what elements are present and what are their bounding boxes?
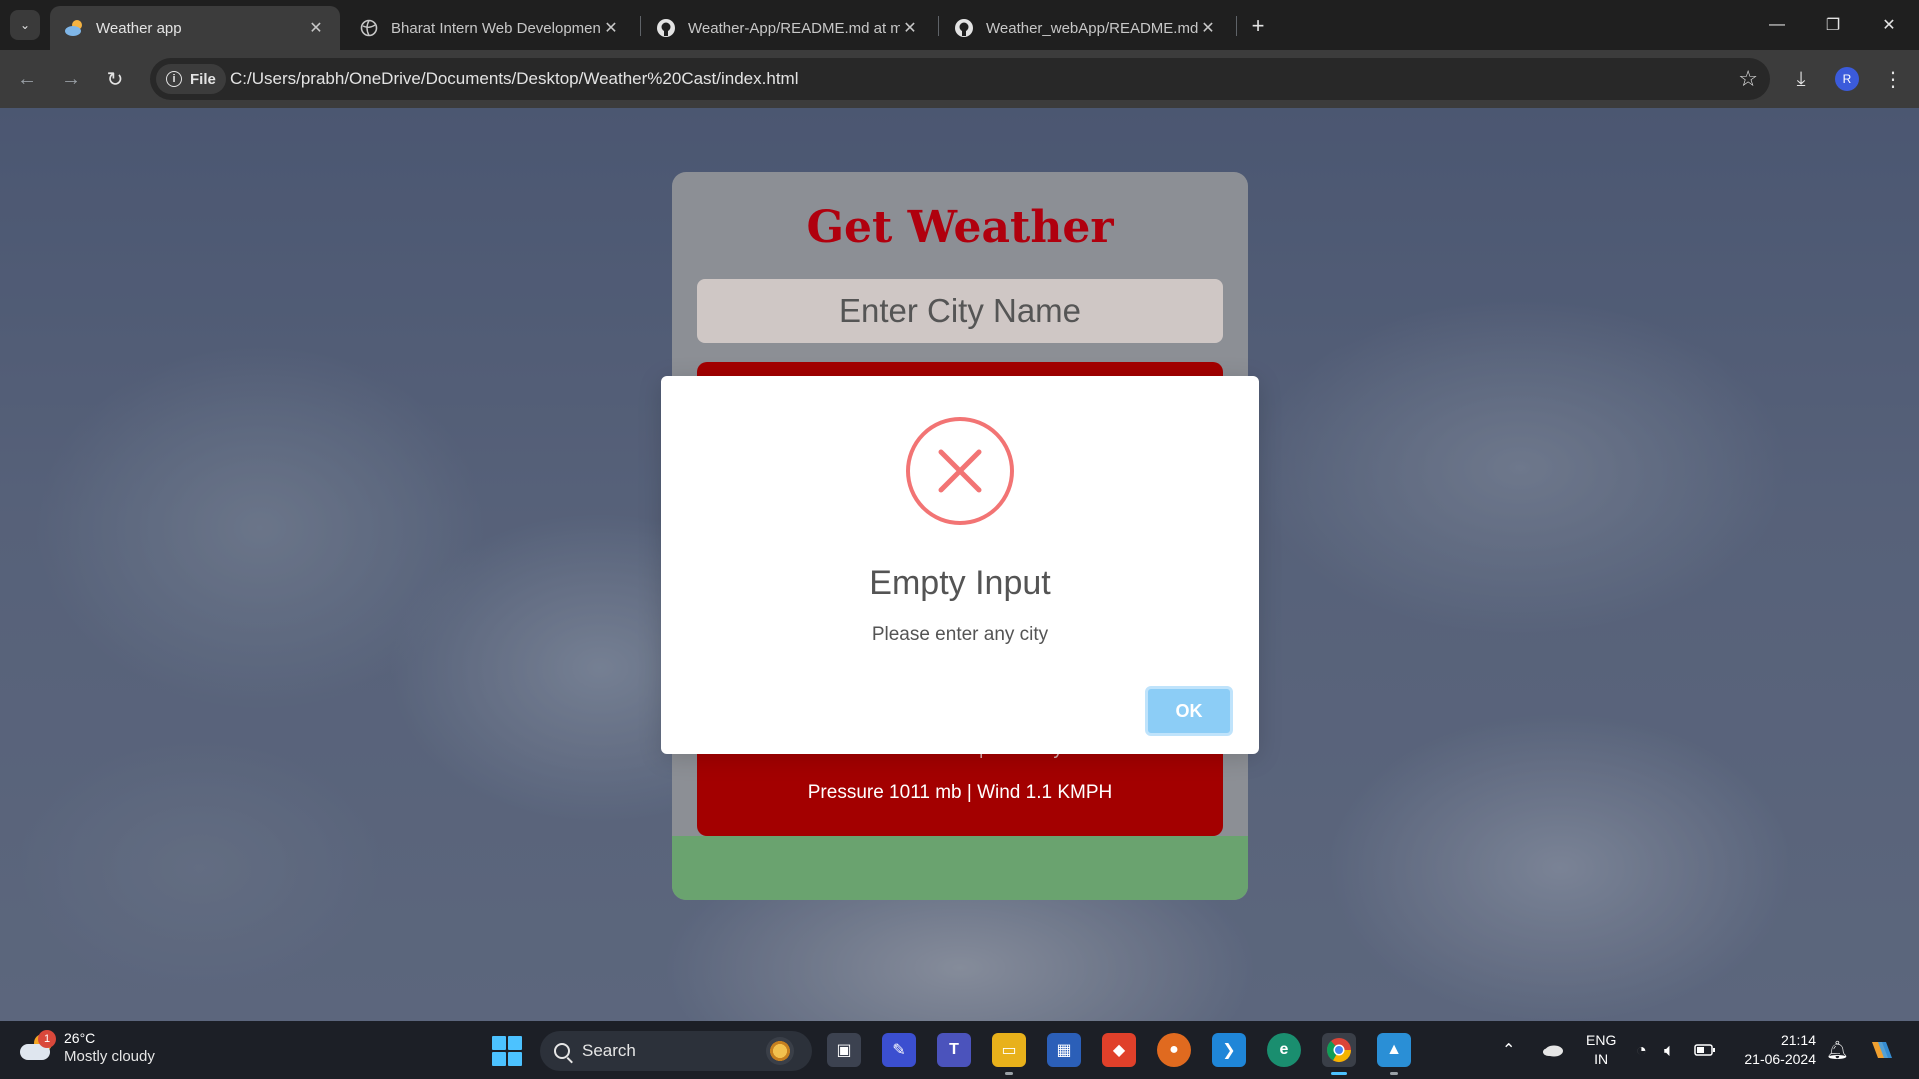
brave-icon[interactable]: ◆ xyxy=(1102,1033,1136,1067)
bookmark-star-icon[interactable]: ☆ xyxy=(1738,66,1758,92)
input-language[interactable]: ENG IN xyxy=(1586,1031,1616,1069)
tab-weather-app-readme[interactable]: Weather-App/README.md at m ✕ xyxy=(642,6,934,50)
tab-title: Bharat Intern Web Development xyxy=(391,19,601,37)
weather-condition: Mostly cloudy xyxy=(64,1048,155,1065)
chrome-icon[interactable] xyxy=(1322,1033,1356,1067)
tab-title: Weather_webApp/README.md xyxy=(986,19,1198,37)
close-icon[interactable]: ✕ xyxy=(1198,18,1218,38)
file-explorer-icon[interactable]: ▭ xyxy=(992,1033,1026,1067)
notification-badge: 1 xyxy=(38,1030,56,1048)
kebab-menu-icon: ⋮ xyxy=(1883,68,1903,91)
lang-region: IN xyxy=(1594,1051,1609,1067)
firefox-icon[interactable]: ● xyxy=(1157,1033,1191,1067)
github-icon xyxy=(656,18,676,38)
clock-time: 21:14 xyxy=(1780,1032,1816,1048)
ai-app-icon[interactable]: ✎ xyxy=(882,1033,916,1067)
notification-bell-icon[interactable]: 🔔︎ xyxy=(1826,1021,1849,1079)
close-icon[interactable]: ✕ xyxy=(306,18,326,38)
battery-icon[interactable] xyxy=(1694,1021,1716,1079)
site-info-chip[interactable]: i File xyxy=(156,64,226,94)
reload-button[interactable]: ↻ xyxy=(100,64,130,94)
profile-avatar[interactable]: R xyxy=(1835,67,1859,91)
taskbar-search[interactable]: Search xyxy=(540,1031,812,1071)
menu-button[interactable]: ⋮ xyxy=(1878,64,1908,94)
store-icon[interactable]: ▦ xyxy=(1047,1033,1081,1067)
tab-weather-webapp-readme[interactable]: Weather_webApp/README.md ✕ xyxy=(940,6,1232,50)
weather-temp: 26°C xyxy=(64,1030,96,1046)
task-view-icon[interactable]: ▣ xyxy=(827,1033,861,1067)
reload-icon: ↻ xyxy=(106,68,124,91)
running-indicator xyxy=(1390,1072,1398,1075)
close-icon: ✕ xyxy=(1882,17,1896,34)
minimize-icon: — xyxy=(1769,16,1785,33)
taskbar: 1 26°C Mostly cloudy Search ▣ ✎ T ▭ ▦ ◆ … xyxy=(0,1021,1919,1079)
weather-cloud-icon: 1 xyxy=(20,1030,56,1062)
close-icon[interactable]: ✕ xyxy=(601,18,621,38)
back-button[interactable]: ← xyxy=(12,64,42,94)
edge-icon[interactable]: e xyxy=(1267,1033,1301,1067)
download-icon: ⤓ xyxy=(1796,67,1806,90)
running-indicator xyxy=(1005,1072,1013,1075)
browser-toolbar: ← → ↻ i File C:/Users/prabh/OneDrive/Doc… xyxy=(0,50,1919,108)
clock-date: 21-06-2024 xyxy=(1744,1051,1816,1067)
site-chip-label: File xyxy=(190,70,216,88)
arrow-left-icon: ← xyxy=(17,67,37,90)
chevron-down-icon: ⌄ xyxy=(19,18,31,32)
tab-strip: ⌄ Weather app ✕ Bharat Intern Web Develo… xyxy=(0,0,1919,50)
start-button[interactable] xyxy=(492,1036,522,1066)
photos-icon[interactable]: ▲ xyxy=(1377,1033,1411,1067)
tab-title: Weather app xyxy=(96,19,182,37)
weather-widget[interactable]: 1 26°C Mostly cloudy xyxy=(20,1029,155,1067)
close-icon[interactable]: ✕ xyxy=(900,18,920,38)
chevron-up-icon: ⌃ xyxy=(1502,1042,1516,1059)
empty-input-dialog: Empty Input Please enter any city OK xyxy=(661,376,1259,754)
show-hidden-icons[interactable]: ⌃ xyxy=(1502,1021,1515,1079)
page-title: Get Weather xyxy=(806,202,1114,253)
error-x-icon xyxy=(906,417,1014,525)
teams-icon[interactable]: T xyxy=(937,1033,971,1067)
active-indicator xyxy=(1331,1072,1347,1075)
tab-separator xyxy=(1236,16,1237,36)
tab-search-button[interactable]: ⌄ xyxy=(10,10,40,40)
pressure-wind-text: Pressure 1011 mb | Wind 1.1 KMPH xyxy=(807,782,1113,803)
city-input[interactable] xyxy=(697,279,1223,343)
tab-separator xyxy=(938,16,939,36)
info-icon: i xyxy=(166,71,182,87)
card-footer xyxy=(672,836,1248,900)
github-icon xyxy=(954,18,974,38)
restore-button[interactable]: ❐ xyxy=(1805,0,1861,50)
globe-icon xyxy=(359,18,379,38)
url-text[interactable]: C:/Users/prabh/OneDrive/Documents/Deskto… xyxy=(230,69,798,89)
address-bar[interactable]: i File C:/Users/prabh/OneDrive/Documents… xyxy=(150,58,1770,100)
tab-weather-app[interactable]: Weather app ✕ xyxy=(50,6,340,50)
new-tab-button[interactable]: + xyxy=(1244,12,1272,40)
window-close-button[interactable]: ✕ xyxy=(1861,0,1917,50)
search-label: Search xyxy=(582,1041,636,1060)
wifi-icon[interactable]: ◔ xyxy=(1636,1021,1647,1079)
tab-separator xyxy=(640,16,641,36)
tab-title: Weather-App/README.md at m xyxy=(688,19,900,37)
search-icon xyxy=(554,1043,570,1059)
ok-button[interactable]: OK xyxy=(1145,686,1233,736)
search-highlight-icon xyxy=(766,1037,794,1065)
vscode-icon[interactable]: ❯ xyxy=(1212,1033,1246,1067)
minimize-button[interactable]: — xyxy=(1749,0,1805,50)
lang-code: ENG xyxy=(1586,1032,1617,1048)
tab-bharat-intern[interactable]: Bharat Intern Web Development ✕ xyxy=(345,6,635,50)
onedrive-icon[interactable] xyxy=(1542,1021,1564,1079)
weather-favicon-icon xyxy=(64,18,84,38)
restore-icon: ❐ xyxy=(1825,17,1841,34)
arrow-right-icon: → xyxy=(61,67,81,90)
dialog-message: Please enter any city xyxy=(871,624,1049,645)
system-clock[interactable]: 21:14 21-06-2024 xyxy=(1738,1031,1816,1069)
dialog-title: Empty Input xyxy=(869,564,1051,602)
downloads-button[interactable]: ⤓ xyxy=(1786,64,1816,94)
page-viewport: Get Weather Feels like 24.97 °C | Humidi… xyxy=(0,108,1919,1021)
forward-button[interactable]: → xyxy=(56,64,86,94)
volume-icon[interactable]: 🔈︎ xyxy=(1664,1021,1675,1079)
copilot-icon[interactable] xyxy=(1866,1021,1894,1079)
